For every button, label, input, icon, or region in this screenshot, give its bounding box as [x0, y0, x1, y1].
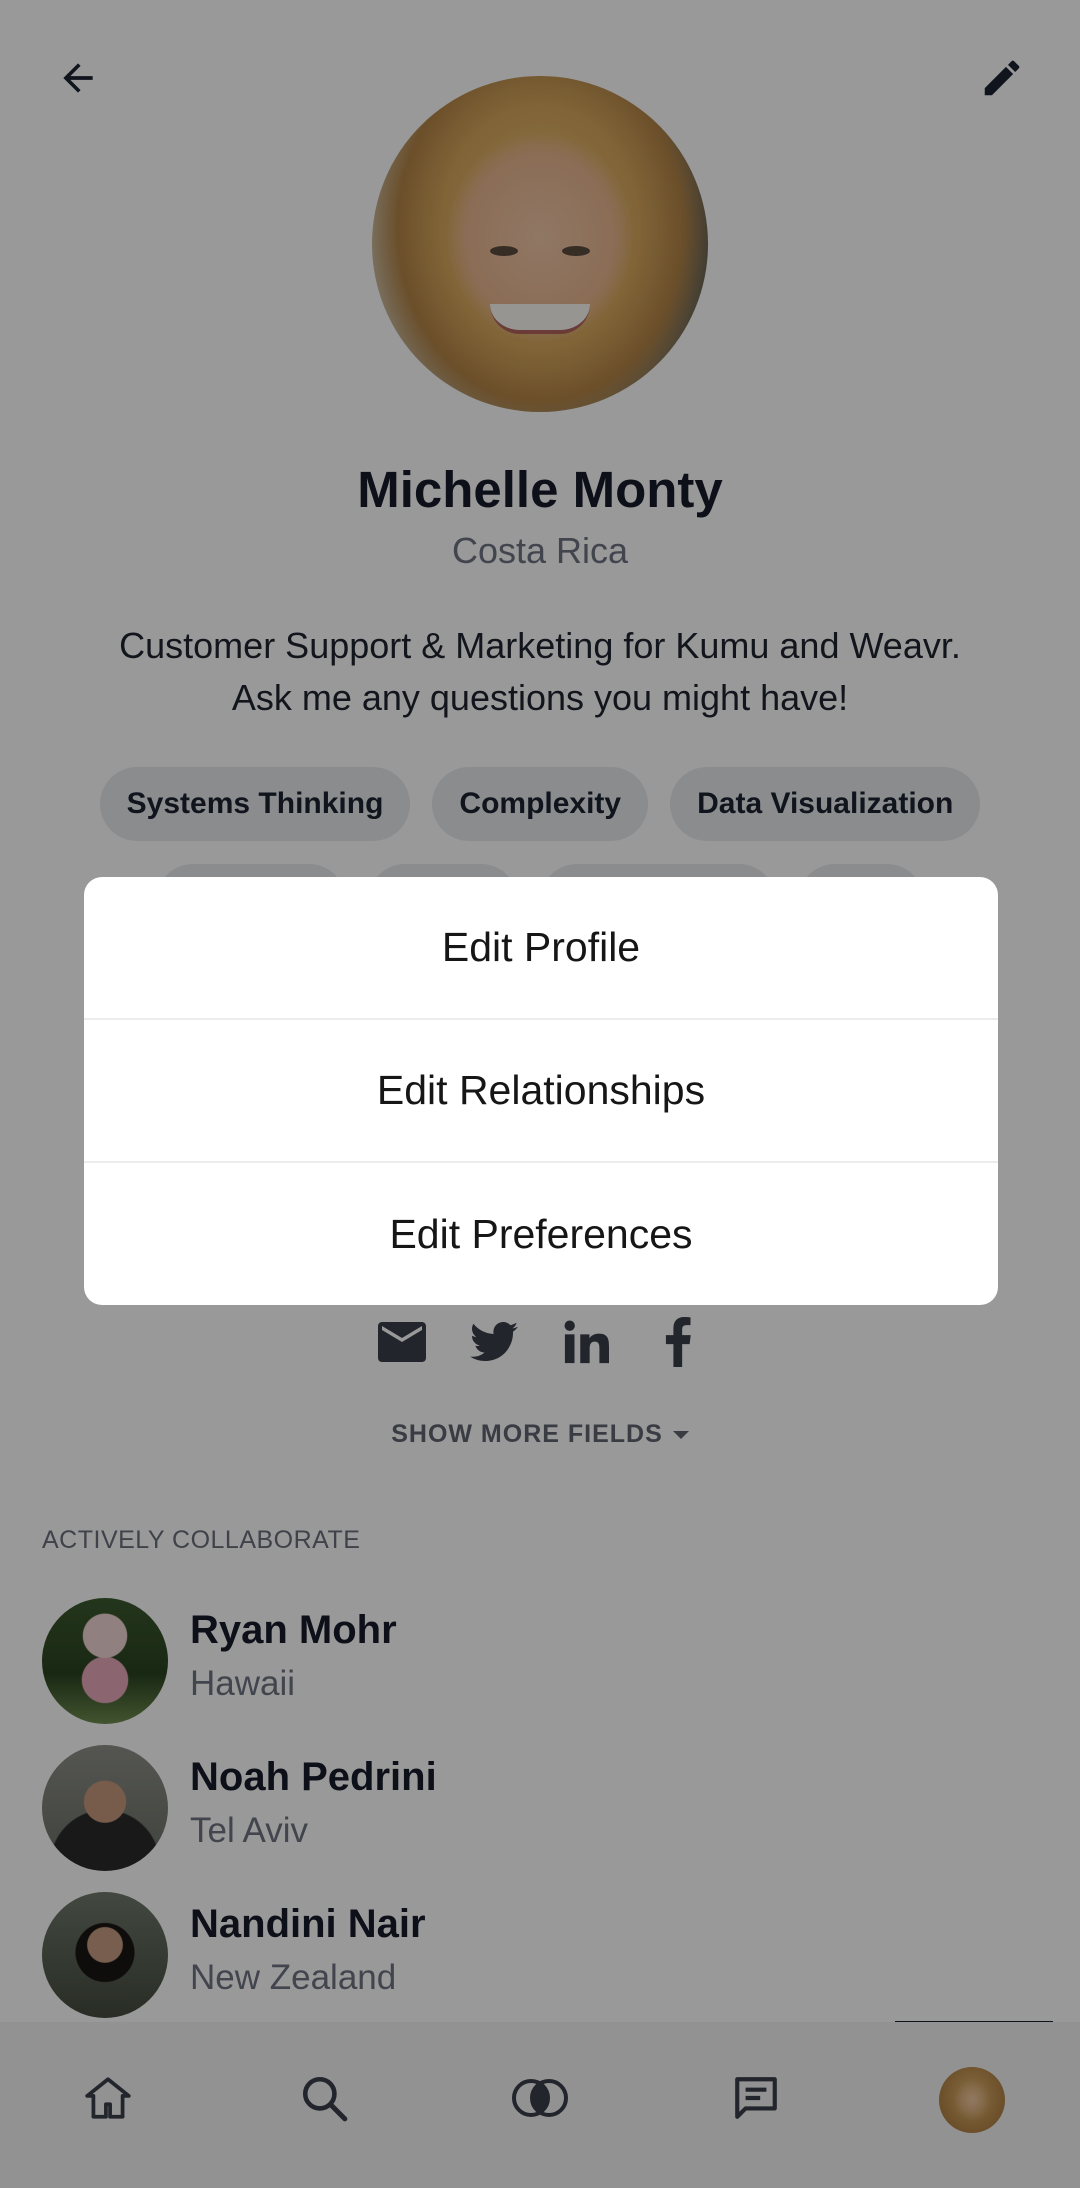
edit-relationships-option[interactable]: Edit Relationships — [84, 1020, 998, 1163]
edit-profile-option[interactable]: Edit Profile — [84, 877, 998, 1020]
edit-preferences-option[interactable]: Edit Preferences — [84, 1163, 998, 1305]
edit-options-dialog: Edit Profile Edit Relationships Edit Pre… — [84, 877, 998, 1305]
profile-page: Michelle Monty Costa Rica Customer Suppo… — [0, 0, 1080, 2188]
